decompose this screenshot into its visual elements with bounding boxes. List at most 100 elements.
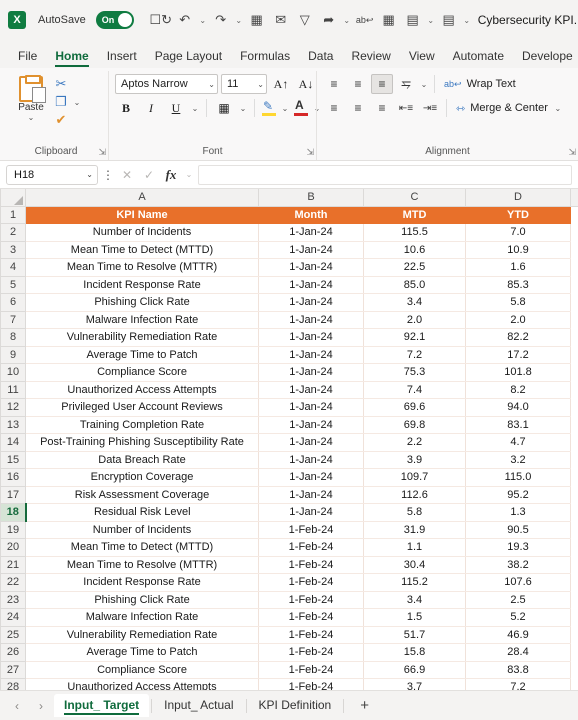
formula-bar-options-icon[interactable]: ⋮	[102, 168, 114, 182]
tab-automate[interactable]: Automate	[445, 46, 512, 68]
cell-e16[interactable]	[570, 468, 578, 486]
cell-b22[interactable]: 1-Feb-24	[258, 573, 364, 592]
cell-b1[interactable]: Month	[258, 206, 364, 224]
cell-e11[interactable]	[570, 381, 578, 399]
tab-page-layout[interactable]: Page Layout	[147, 46, 230, 68]
row-header-16[interactable]: 16	[0, 468, 26, 487]
column-header-e-partial[interactable]	[570, 189, 578, 207]
cell-e6[interactable]	[570, 293, 578, 311]
cell-d11[interactable]: 8.2	[465, 381, 571, 399]
cell-e12[interactable]	[570, 398, 578, 416]
decrease-indent-button[interactable]: ⇤≡	[395, 98, 417, 118]
cell-c15[interactable]: 3.9	[363, 451, 466, 469]
cell-a10[interactable]: Compliance Score	[25, 363, 259, 382]
cell-a20[interactable]: Mean Time to Detect (MTTD)	[25, 538, 259, 557]
font-dialog-launcher-icon[interactable]: ⇲	[306, 147, 314, 158]
merge-dropdown-icon[interactable]: ⌄	[553, 104, 563, 113]
underline-button[interactable]: U	[165, 98, 187, 118]
cell-b15[interactable]: 1-Jan-24	[258, 451, 364, 469]
cell-d10[interactable]: 101.8	[465, 363, 571, 382]
row-header-5[interactable]: 5	[0, 275, 26, 294]
cell-c1[interactable]: MTD	[363, 206, 466, 224]
autosave-toggle[interactable]: On	[95, 11, 134, 29]
cell-c2[interactable]: 115.5	[363, 223, 466, 242]
insert-function-icon[interactable]: fx	[162, 167, 180, 183]
cell-c27[interactable]: 66.9	[363, 661, 466, 679]
cell-d7[interactable]: 2.0	[465, 311, 571, 329]
merge-center-button[interactable]: ⇿ Merge & Center ⌄	[452, 98, 567, 118]
bottom-align-button[interactable]: ≡	[371, 74, 393, 94]
cell-d2[interactable]: 7.0	[465, 223, 571, 242]
cell-c12[interactable]: 69.6	[363, 398, 466, 417]
column-header-b[interactable]: B	[258, 189, 364, 207]
cell-d23[interactable]: 2.5	[465, 591, 571, 609]
align-center-button[interactable]: ≡	[347, 98, 369, 118]
cell-d15[interactable]: 3.2	[465, 451, 571, 469]
cell-e8[interactable]	[570, 328, 578, 346]
row-header-27[interactable]: 27	[0, 660, 26, 679]
cell-a7[interactable]: Malware Infection Rate	[25, 311, 259, 329]
row-header-26[interactable]: 26	[0, 643, 26, 662]
undo-icon[interactable]: ↶	[174, 8, 196, 32]
row-header-10[interactable]: 10	[0, 363, 26, 382]
font-size-dropdown-icon[interactable]: ⌄	[253, 80, 264, 89]
cell-a3[interactable]: Mean Time to Detect (MTTD)	[25, 241, 259, 259]
share-icon[interactable]: ➦	[318, 8, 340, 32]
cell-d27[interactable]: 83.8	[465, 661, 571, 679]
tab-view[interactable]: View	[401, 46, 443, 68]
cell-c19[interactable]: 31.9	[363, 521, 466, 539]
cell-e21[interactable]	[570, 556, 578, 574]
align-right-button[interactable]: ≡	[371, 98, 393, 118]
row-header-23[interactable]: 23	[0, 590, 26, 609]
cell-b13[interactable]: 1-Jan-24	[258, 416, 364, 434]
cell-b27[interactable]: 1-Feb-24	[258, 661, 364, 679]
font-color-icon[interactable]: A	[293, 98, 309, 117]
row-header-21[interactable]: 21	[0, 555, 26, 574]
undo-dropdown-icon[interactable]: ⌄	[198, 16, 208, 25]
row-header-25[interactable]: 25	[0, 625, 26, 644]
calculator-icon[interactable]: ▤	[402, 8, 424, 32]
cell-a6[interactable]: Phishing Click Rate	[25, 293, 259, 312]
cell-e4[interactable]	[570, 258, 578, 276]
cell-b16[interactable]: 1-Jan-24	[258, 468, 364, 487]
cell-c3[interactable]: 10.6	[363, 241, 466, 259]
cell-b21[interactable]: 1-Feb-24	[258, 556, 364, 574]
cell-c26[interactable]: 15.8	[363, 643, 466, 662]
cell-d9[interactable]: 17.2	[465, 346, 571, 364]
cell-c18[interactable]: 5.8	[363, 503, 466, 522]
cell-a2[interactable]: Number of Incidents	[25, 223, 259, 242]
cell-c24[interactable]: 1.5	[363, 608, 466, 627]
cell-c20[interactable]: 1.1	[363, 538, 466, 557]
cell-a27[interactable]: Compliance Score	[25, 661, 259, 679]
cell-b5[interactable]: 1-Jan-24	[258, 276, 364, 294]
cell-c21[interactable]: 30.4	[363, 556, 466, 574]
cell-b20[interactable]: 1-Feb-24	[258, 538, 364, 557]
cell-e7[interactable]	[570, 311, 578, 329]
cell-e28[interactable]	[570, 678, 578, 690]
middle-align-button[interactable]: ≡	[347, 74, 369, 94]
cell-e25[interactable]	[570, 626, 578, 644]
spreadsheet-grid[interactable]: A B C D 1 KPI Name Month MTD YTD 2 Numbe…	[0, 189, 578, 690]
cell-d3[interactable]: 10.9	[465, 241, 571, 259]
cell-c5[interactable]: 85.0	[363, 276, 466, 294]
alignment-dialog-launcher-icon[interactable]: ⇲	[568, 147, 576, 158]
calculator2-icon[interactable]: ▤	[438, 8, 460, 32]
select-all-button[interactable]	[0, 189, 26, 207]
underline-dropdown-icon[interactable]: ⌄	[190, 104, 200, 113]
insert-table-icon[interactable]: ▦	[378, 8, 400, 32]
cell-c28[interactable]: 3.7	[363, 678, 466, 690]
cell-a13[interactable]: Training Completion Rate	[25, 416, 259, 434]
cell-a11[interactable]: Unauthorized Access Attempts	[25, 381, 259, 399]
cell-b25[interactable]: 1-Feb-24	[258, 626, 364, 644]
row-header-14[interactable]: 14	[0, 433, 26, 452]
cell-a17[interactable]: Risk Assessment Coverage	[25, 486, 259, 504]
cell-e14[interactable]	[570, 433, 578, 451]
redo-dropdown-icon[interactable]: ⌄	[234, 16, 244, 25]
cell-a21[interactable]: Mean Time to Resolve (MTTR)	[25, 556, 259, 574]
calculator-dropdown-icon[interactable]: ⌄	[426, 16, 436, 25]
email-icon[interactable]: ✉	[270, 8, 292, 32]
tab-home[interactable]: Home	[47, 46, 96, 68]
tab-file[interactable]: File	[10, 46, 45, 68]
cell-d25[interactable]: 46.9	[465, 626, 571, 644]
column-header-d[interactable]: D	[465, 189, 571, 207]
